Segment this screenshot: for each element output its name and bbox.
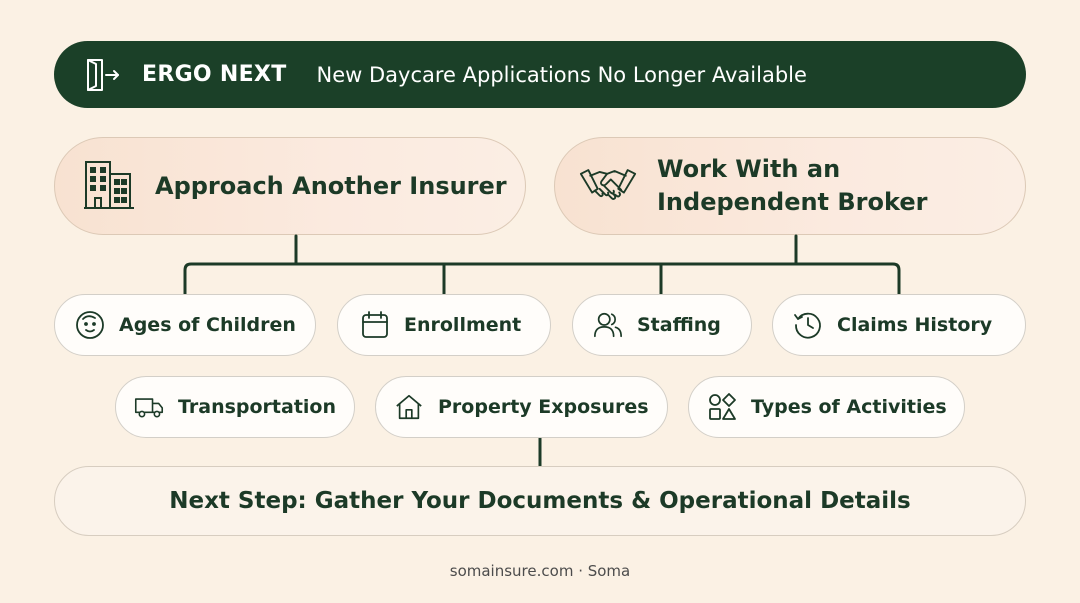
factor-label: Property Exposures [438, 396, 649, 418]
factor-label: Claims History [837, 314, 993, 336]
factor-claims-history: Claims History [772, 294, 1026, 356]
connector-branch-bar [183, 262, 901, 298]
factor-property-exposures: Property Exposures [375, 376, 668, 438]
next-step-label: Next Step: Gather Your Documents & Opera… [169, 488, 911, 514]
house-icon [394, 392, 424, 422]
factor-label: Types of Activities [751, 396, 947, 418]
factor-label: Staffing [637, 314, 721, 336]
factor-ages-of-children: Ages of Children [54, 294, 316, 356]
history-clock-icon [793, 310, 823, 340]
calendar-icon [360, 310, 390, 340]
people-icon [593, 310, 623, 340]
factor-types-of-activities: Types of Activities [688, 376, 965, 438]
footer-credit: somainsure.com · Soma [449, 562, 631, 580]
factor-label: Transportation [178, 396, 337, 418]
factor-label: Enrollment [404, 314, 522, 336]
factor-label: Ages of Children [119, 314, 296, 336]
truck-icon [134, 392, 164, 422]
factor-staffing: Staffing [572, 294, 752, 356]
shapes-icon [707, 392, 737, 422]
child-face-icon [75, 310, 105, 340]
next-step-box: Next Step: Gather Your Documents & Opera… [54, 466, 1026, 536]
factor-enrollment: Enrollment [337, 294, 551, 356]
factor-transportation: Transportation [115, 376, 355, 438]
